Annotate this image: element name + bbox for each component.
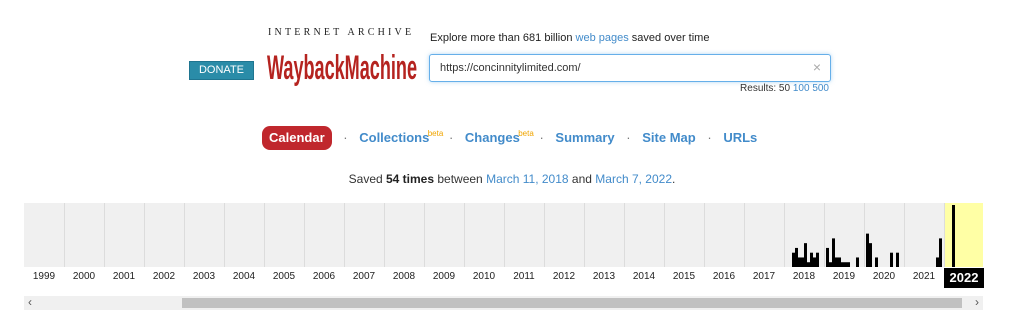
donate-button[interactable]: DONATE (189, 61, 254, 80)
capture-bar[interactable] (813, 257, 816, 267)
sparkline-graph[interactable] (24, 203, 983, 267)
capture-bar[interactable] (826, 247, 829, 267)
year-label[interactable]: 2014 (624, 268, 664, 286)
year-label[interactable]: 2000 (64, 268, 104, 286)
capture-bar[interactable] (838, 257, 841, 267)
capture-bar[interactable] (829, 262, 832, 267)
tab-collections[interactable]: Collections beta (359, 126, 443, 150)
capture-bar[interactable] (798, 257, 801, 267)
results-100-link[interactable]: 100 (793, 83, 810, 94)
year-label[interactable]: 2003 (184, 268, 224, 286)
capture-count: 54 times (386, 172, 435, 186)
capture-bar[interactable] (890, 252, 893, 267)
capture-bar[interactable] (801, 257, 804, 267)
results-500-link[interactable]: 500 (812, 83, 829, 94)
capture-sparkline[interactable] (24, 203, 983, 267)
year-label[interactable]: 2018 (784, 268, 824, 286)
nav-separator: · (626, 130, 631, 145)
year-label[interactable]: 2010 (464, 268, 504, 286)
year-label[interactable]: 2013 (584, 268, 624, 286)
year-label[interactable]: 2019 (824, 268, 864, 286)
capture-bar[interactable] (896, 252, 899, 267)
results-per-page: Results: 50 100 500 (740, 83, 829, 94)
year-label[interactable]: 2017 (744, 268, 784, 286)
year-label[interactable]: 2016 (704, 268, 744, 286)
capture-bar[interactable] (792, 252, 795, 267)
year-label[interactable]: 2004 (224, 268, 264, 286)
current-year-highlight (944, 203, 983, 267)
capture-bar[interactable] (844, 262, 847, 267)
year-labels: 1999 2000 2001 2002 2003 2004 2005 2006 2007 2008… (24, 268, 984, 288)
last-capture-link[interactable]: March 7, 2022 (595, 172, 672, 186)
logo-wordmark-text: WaybackMachine (267, 49, 417, 87)
tab-changes[interactable]: Changes beta (465, 126, 534, 150)
web-pages-link[interactable]: web pages (576, 32, 629, 44)
url-search-box[interactable]: × (429, 54, 831, 82)
year-label[interactable]: 2002 (144, 268, 184, 286)
clear-icon[interactable]: × (813, 59, 821, 75)
first-capture-link[interactable]: March 11, 2018 (486, 172, 569, 186)
beta-badge: beta (427, 129, 444, 138)
capture-bar[interactable] (869, 243, 872, 267)
beta-badge: beta (518, 129, 534, 138)
year-label[interactable]: 2011 (504, 268, 544, 286)
capture-bar[interactable] (835, 257, 838, 267)
capture-bar[interactable] (875, 257, 878, 267)
capture-bar[interactable] (847, 262, 850, 267)
nav-separator: · (707, 130, 712, 145)
capture-bar[interactable] (866, 233, 869, 267)
capture-bar[interactable] (810, 252, 813, 267)
scroll-right-icon[interactable]: › (975, 295, 979, 309)
capture-bar[interactable] (807, 262, 810, 267)
saved-summary: Saved 54 times between March 11, 2018 an… (348, 172, 676, 186)
horizontal-scrollbar[interactable]: ‹ › (24, 295, 983, 310)
wayback-logo[interactable]: INTERNET ARCHIVE WaybackMachine (266, 27, 421, 93)
year-label[interactable]: 2006 (304, 268, 344, 286)
year-label[interactable]: 2008 (384, 268, 424, 286)
nav-separator: · (448, 130, 454, 145)
tab-sitemap[interactable]: Site Map (642, 126, 695, 150)
tab-urls[interactable]: URLs (723, 126, 757, 150)
logo-wordmark: WaybackMachine (267, 49, 417, 87)
url-input[interactable] (440, 60, 800, 76)
capture-bar[interactable] (804, 243, 807, 267)
capture-bar[interactable] (952, 205, 955, 267)
nav-tabs: Calendar · Collections beta · Changes beta… (262, 126, 757, 152)
explore-text: Explore more than 681 billion web pages … (430, 32, 710, 44)
year-label[interactable]: 2005 (264, 268, 304, 286)
year-label[interactable]: 2007 (344, 268, 384, 286)
year-label[interactable]: 2015 (664, 268, 704, 286)
scroll-left-icon[interactable]: ‹ (28, 295, 32, 309)
capture-bar[interactable] (841, 262, 844, 267)
capture-bar[interactable] (832, 238, 835, 267)
year-label[interactable]: 2001 (104, 268, 144, 286)
logo-top-text: INTERNET ARCHIVE (268, 27, 415, 38)
capture-bar[interactable] (795, 247, 798, 267)
nav-separator: · (343, 130, 348, 145)
year-label[interactable]: 2021 (904, 268, 944, 286)
nav-separator: · (539, 130, 544, 145)
capture-bar[interactable] (936, 257, 939, 267)
capture-bar[interactable] (939, 238, 942, 267)
tab-calendar[interactable]: Calendar (262, 126, 332, 150)
scroll-thumb[interactable] (182, 298, 962, 308)
tab-summary[interactable]: Summary (555, 126, 614, 150)
year-label[interactable]: 1999 (24, 268, 64, 286)
year-label[interactable]: 2009 (424, 268, 464, 286)
year-label[interactable]: 2022 (944, 268, 984, 288)
capture-bar[interactable] (816, 252, 819, 267)
year-label[interactable]: 2020 (864, 268, 904, 286)
capture-bar[interactable] (856, 257, 859, 267)
year-label[interactable]: 2012 (544, 268, 584, 286)
